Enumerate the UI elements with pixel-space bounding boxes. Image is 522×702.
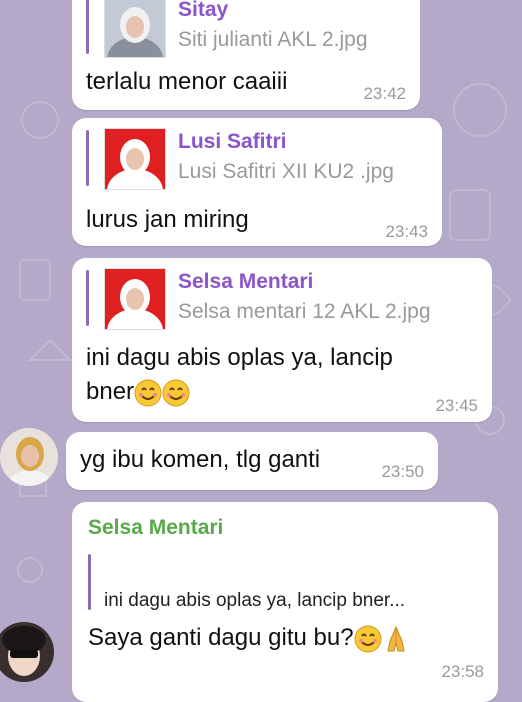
smiling-face-icon <box>162 379 190 407</box>
quoted-text: ini dagu abis oplas ya, lancip bner... <box>104 590 406 611</box>
message-text: lurus jan miring <box>86 206 249 233</box>
message-time: 23:58 <box>441 662 484 681</box>
reply-sender-name: Selsa Mentari <box>178 270 314 293</box>
photo-thumbnail <box>104 268 166 330</box>
message-text: terlalu menor caaiii <box>86 68 288 95</box>
reply-file-name: Lusi Safitri XII KU2 .jpg <box>178 160 394 183</box>
message-text-line-2: bner <box>86 378 190 407</box>
sender-avatar[interactable] <box>0 428 58 486</box>
reply-bar <box>86 270 89 326</box>
reply-bar <box>86 130 89 186</box>
reply-file-name: Siti julianti AKL 2.jpg <box>178 28 368 51</box>
message-text: yg ibu komen, tlg ganti <box>80 446 321 473</box>
message-text-row: Saya ganti dagu gitu bu? <box>88 624 410 653</box>
reply-sender-name: Lusi Safitri <box>178 130 287 153</box>
message-bubble[interactable]: yg ibu komen, tlg ganti 23:50 <box>66 432 438 490</box>
message-time: 23:42 <box>363 84 406 103</box>
reply-bar <box>86 0 89 54</box>
message-bubble[interactable]: Selsa Mentari Selsa mentari 12 AKL 2.jpg… <box>72 258 492 422</box>
reply-preview[interactable]: Sitay Siti julianti AKL 2.jpg <box>86 0 406 58</box>
smiling-face-icon <box>134 379 162 407</box>
message-time: 23:45 <box>435 396 478 415</box>
message-time: 23:43 <box>385 222 428 241</box>
reply-file-name: Selsa mentari 12 AKL 2.jpg <box>178 300 431 323</box>
photo-thumbnail <box>104 0 166 58</box>
quoted-message[interactable]: ini dagu abis oplas ya, lancip bner... <box>88 554 478 612</box>
quote-bar <box>88 554 91 610</box>
message-text-line-1: ini dagu abis oplas ya, lancip <box>86 344 393 371</box>
message-time: 23:50 <box>381 462 424 481</box>
smiling-face-icon <box>354 625 382 653</box>
message-bubble[interactable]: Sitay Siti julianti AKL 2.jpg terlalu me… <box>72 0 420 110</box>
reply-preview[interactable]: Lusi Safitri Lusi Safitri XII KU2 .jpg <box>86 128 428 190</box>
folded-hands-icon <box>386 625 405 652</box>
reply-preview[interactable]: Selsa Mentari Selsa mentari 12 AKL 2.jpg <box>86 268 478 330</box>
message-bubble[interactable]: Lusi Safitri Lusi Safitri XII KU2 .jpg l… <box>72 118 442 246</box>
sender-name: Selsa Mentari <box>88 516 224 539</box>
photo-thumbnail <box>104 128 166 190</box>
message-text-line-2-text: bner <box>86 378 135 405</box>
message-text: Saya ganti dagu gitu bu? <box>88 624 354 651</box>
reply-sender-name: Sitay <box>178 0 229 21</box>
message-bubble[interactable]: Selsa Mentari ini dagu abis oplas ya, la… <box>72 502 498 702</box>
